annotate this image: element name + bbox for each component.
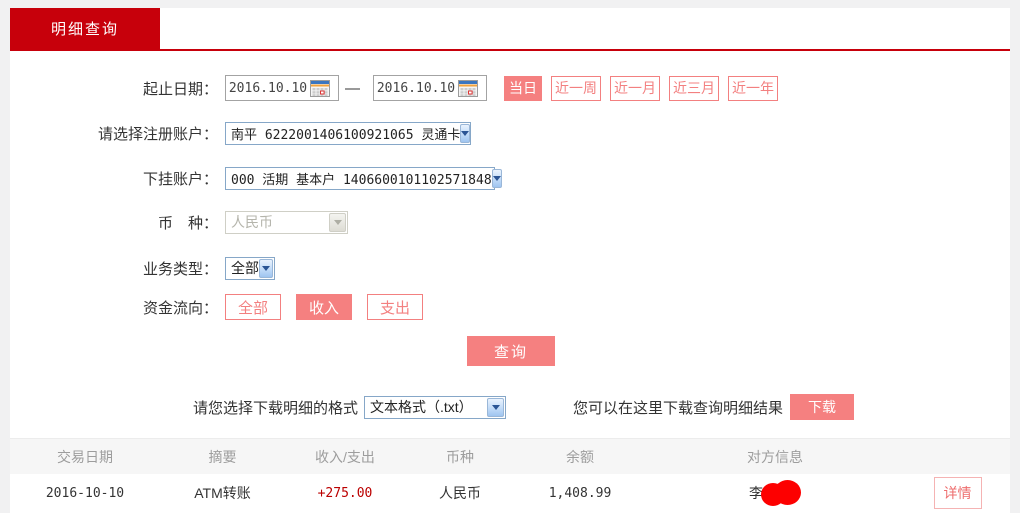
query-button[interactable]: 查询 xyxy=(467,336,555,366)
download-format-select[interactable]: 文本格式（.txt） xyxy=(364,396,506,419)
linked-account-label: 下挂账户： xyxy=(10,168,218,189)
cell-summary: ATM转账 xyxy=(160,483,285,503)
fund-flow-expense-button[interactable]: 支出 xyxy=(367,294,423,320)
header-counterparty: 对方信息 xyxy=(645,447,905,467)
download-button[interactable]: 下载 xyxy=(790,394,854,420)
chevron-down-icon[interactable] xyxy=(487,398,504,417)
tab-underline xyxy=(10,49,1010,51)
cell-actions: 详情 xyxy=(905,477,1010,509)
tab-detail-query[interactable]: 明细查询 xyxy=(10,8,160,49)
cell-balance: 1,408.99 xyxy=(515,486,645,501)
start-date-field[interactable] xyxy=(225,75,339,101)
header-date: 交易日期 xyxy=(10,447,160,467)
quick-range-month-button[interactable]: 近一月 xyxy=(610,76,660,101)
fund-flow-all-button[interactable]: 全部 xyxy=(225,294,281,320)
results-table-header: 交易日期 摘要 收入/支出 币种 余额 对方信息 xyxy=(10,438,1010,474)
end-date-field[interactable] xyxy=(373,75,487,101)
currency-select: 人民币 xyxy=(225,211,348,234)
end-date-input[interactable] xyxy=(374,81,458,96)
download-format-label: 请您选择下载明细的格式 xyxy=(193,397,358,418)
tab-label: 明细查询 xyxy=(51,18,119,39)
quick-range-year-button[interactable]: 近一年 xyxy=(728,76,778,101)
date-range-separator: — xyxy=(345,80,360,97)
cell-amount: +275.00 xyxy=(285,486,405,501)
calendar-icon[interactable] xyxy=(310,80,330,97)
business-type-row: 业务类型： 全部 xyxy=(10,256,1010,280)
quick-range-3months-button[interactable]: 近三月 xyxy=(669,76,719,101)
header-summary: 摘要 xyxy=(160,447,285,467)
linked-account-select[interactable]: 000 活期 基本户 1406600101102571848 xyxy=(225,167,495,190)
header-currency: 币种 xyxy=(405,447,515,467)
fund-flow-label: 资金流向： xyxy=(10,297,218,318)
cell-counterparty: 李 xyxy=(645,480,905,506)
query-form: 起止日期： — xyxy=(10,51,1010,420)
download-format-value: 文本格式（.txt） xyxy=(370,397,473,417)
calendar-icon[interactable] xyxy=(458,80,478,97)
chevron-down-icon[interactable] xyxy=(492,169,502,188)
header-balance: 余额 xyxy=(515,447,645,467)
fund-flow-row: 资金流向： 全部 收入 支出 xyxy=(10,294,1010,320)
chevron-down-icon[interactable] xyxy=(460,124,470,143)
cell-currency: 人民币 xyxy=(405,483,515,503)
tab-bar: 明细查询 xyxy=(10,8,1010,51)
registered-account-select[interactable]: 南平 6222001406100921065 灵通卡 xyxy=(225,122,471,145)
business-type-value: 全部 xyxy=(231,258,259,278)
redaction-scribble xyxy=(761,480,801,506)
currency-row: 币 种： 人民币 xyxy=(10,210,1010,234)
detail-query-panel: 明细查询 起止日期： — xyxy=(10,8,1010,513)
business-type-label: 业务类型： xyxy=(10,258,218,279)
date-range-row: 起止日期： — xyxy=(10,75,1010,101)
cell-date: 2016-10-10 xyxy=(10,486,160,501)
table-row: 2016-10-10 ATM转账 +275.00 人民币 1,408.99 李 … xyxy=(10,474,1010,512)
chevron-down-icon[interactable] xyxy=(259,259,273,278)
business-type-select[interactable]: 全部 xyxy=(225,257,275,280)
currency-label: 币 种： xyxy=(10,212,218,233)
currency-value: 人民币 xyxy=(231,212,273,232)
registered-account-value: 南平 6222001406100921065 灵通卡 xyxy=(231,124,460,143)
linked-account-row: 下挂账户： 000 活期 基本户 1406600101102571848 xyxy=(10,166,1010,190)
fund-flow-income-button[interactable]: 收入 xyxy=(296,294,352,320)
quick-range-week-button[interactable]: 近一周 xyxy=(551,76,601,101)
chevron-down-icon xyxy=(329,213,346,232)
linked-account-value: 000 活期 基本户 1406600101102571848 xyxy=(231,169,492,188)
date-range-label: 起止日期： xyxy=(10,78,218,99)
registered-account-label: 请选择注册账户： xyxy=(10,123,218,144)
header-amount: 收入/支出 xyxy=(285,447,405,467)
quick-range-today-button[interactable]: 当日 xyxy=(504,76,542,101)
registered-account-row: 请选择注册账户： 南平 6222001406100921065 灵通卡 xyxy=(10,121,1010,145)
start-date-input[interactable] xyxy=(226,81,310,96)
download-hint: 您可以在这里下载查询明细结果 xyxy=(573,397,783,418)
download-row: 请您选择下载明细的格式 文本格式（.txt） 您可以在这里下载查询明细结果 下载 xyxy=(10,394,1010,420)
detail-button[interactable]: 详情 xyxy=(934,477,982,509)
